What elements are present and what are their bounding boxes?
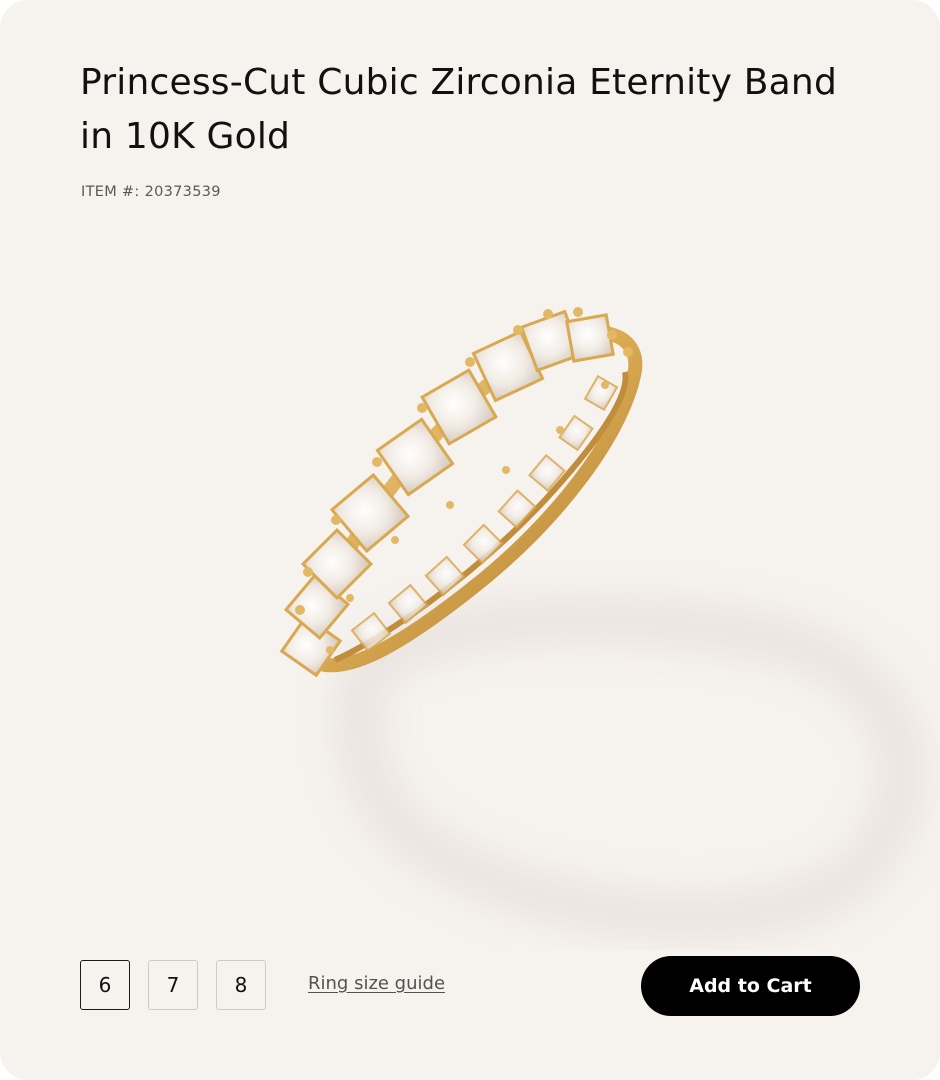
- product-card: Princess-Cut Cubic Zirconia Eternity Ban…: [0, 0, 940, 1080]
- size-option-6[interactable]: 6: [80, 960, 130, 1010]
- item-number-value: 20373539: [144, 184, 221, 200]
- product-title: Princess-Cut Cubic Zirconia Eternity Ban…: [80, 62, 837, 157]
- item-number-label: ITEM #:: [81, 184, 140, 200]
- ring-size-selector: 6 7 8: [80, 960, 266, 1010]
- ring-shadow: [345, 606, 916, 930]
- size-option-7[interactable]: 7: [148, 960, 198, 1010]
- add-to-cart-button[interactable]: Add to Cart: [641, 956, 860, 1016]
- product-image: [279, 307, 916, 930]
- size-option-8[interactable]: 8: [216, 960, 266, 1010]
- ring-size-guide-link[interactable]: Ring size guide: [308, 973, 445, 994]
- item-number: ITEM #: 20373539: [81, 184, 221, 200]
